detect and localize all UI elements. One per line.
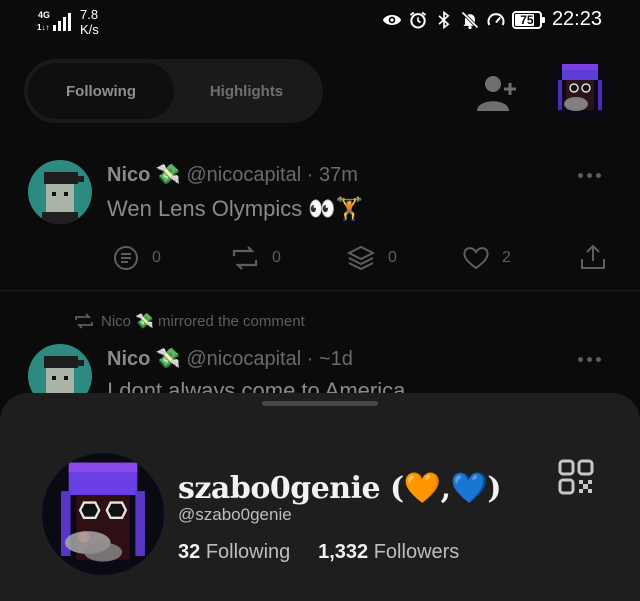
avatar-image (548, 58, 612, 122)
followers-count: 1,332 (318, 541, 369, 563)
collect-count: 0 (388, 249, 397, 266)
mirror-button[interactable]: 0 (230, 244, 281, 272)
profile-handle: @szabo0genie (178, 505, 292, 524)
share-button[interactable] (578, 242, 608, 272)
network-speed: 7.8 K/s (80, 7, 99, 37)
profile-avatar-button[interactable] (548, 58, 612, 122)
following-link[interactable]: 32 Following (178, 541, 290, 563)
comment-button[interactable]: 0 (112, 244, 161, 272)
clock: 22:23 (551, 8, 602, 30)
mirror-icon (232, 246, 258, 270)
heart-icon (463, 247, 489, 270)
comment-count: 0 (152, 249, 161, 266)
profile-sheet: szabo0genie (🧡,💙) @szabo0genie 32 Follow… (0, 393, 640, 601)
alarm-icon (409, 11, 427, 29)
like-count: 2 (502, 249, 511, 266)
signal-icon: 1↓↑ (37, 13, 71, 32)
collect-button[interactable]: 0 (346, 244, 397, 272)
qr-code-icon[interactable] (558, 459, 594, 495)
post-time: · 37m (306, 164, 358, 186)
svg-text:1↓↑: 1↓↑ (37, 23, 49, 32)
post-header: Nico 💸 @nicocapital · ~1d (107, 346, 353, 371)
avatar-image (28, 160, 92, 224)
author-handle[interactable]: @nicocapital (186, 164, 301, 186)
post-text: Wen Lens Olympics 👀🏋️ (107, 196, 364, 221)
sheet-drag-handle[interactable] (262, 401, 378, 406)
more-options-icon[interactable] (578, 354, 604, 364)
speedometer-icon (487, 12, 505, 25)
more-options-icon[interactable] (578, 170, 604, 180)
mirror-notice: Nico 💸 mirrored the comment (73, 312, 305, 330)
bell-off-icon (461, 10, 479, 29)
mirror-count: 0 (272, 249, 281, 266)
bluetooth-icon (438, 10, 450, 29)
following-label: Following (205, 541, 291, 563)
author-emoji: 💸 (155, 164, 181, 186)
battery-indicator: 75 (511, 10, 545, 29)
author-handle[interactable]: @nicocapital (186, 348, 301, 370)
tab-highlights[interactable]: Highlights (174, 63, 319, 119)
avatar[interactable] (42, 453, 164, 575)
following-count: 32 (178, 541, 201, 563)
divider (0, 290, 640, 291)
followers-label: Followers (373, 541, 460, 563)
avatar-image (42, 453, 164, 575)
person-add-icon[interactable] (476, 74, 518, 112)
avatar[interactable] (28, 160, 92, 224)
follow-stats: 32 Following 1,332 Followers (178, 541, 459, 564)
post-header: Nico 💸 @nicocapital · 37m (107, 162, 358, 187)
followers-link[interactable]: 1,332 Followers (318, 541, 459, 563)
post-time: · ~1d (306, 348, 353, 370)
author-emoji: 💸 (155, 348, 181, 370)
tab-following[interactable]: Following (28, 63, 174, 119)
author-name[interactable]: Nico (107, 164, 150, 186)
mirror-icon (75, 313, 93, 329)
comment-icon (114, 246, 138, 270)
mirror-notice-text: Nico 💸 mirrored the comment (101, 313, 305, 330)
collect-icon (346, 245, 376, 271)
share-icon (581, 244, 605, 269)
feed-tabs: Following Highlights (24, 59, 323, 123)
author-name[interactable]: Nico (107, 348, 150, 370)
eye-icon (382, 14, 402, 25)
like-button[interactable]: 2 (462, 244, 511, 272)
status-bar: 4G 1↓↑ 7.8 K/s 75 22:23 (0, 0, 640, 44)
post-actions: 0 0 0 2 (0, 238, 640, 274)
profile-display-name: szabo0genie (🧡,💙) (178, 471, 502, 506)
